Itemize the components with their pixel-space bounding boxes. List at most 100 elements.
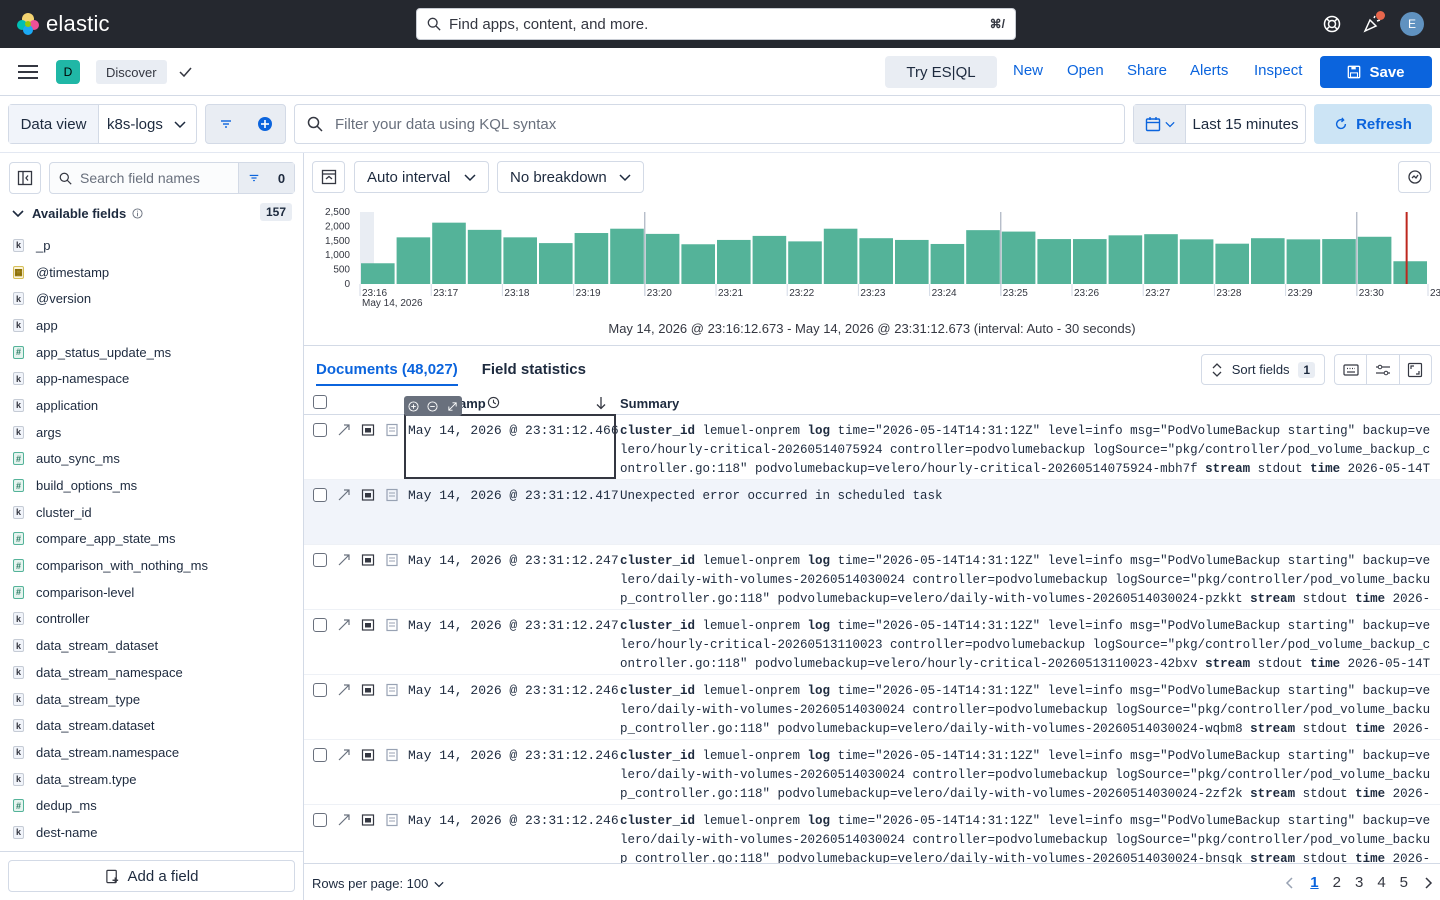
- expand-document-icon[interactable]: [337, 488, 351, 502]
- field-item[interactable]: k data_stream_type: [0, 686, 304, 713]
- row-checkbox[interactable]: [313, 423, 327, 437]
- select-all-checkbox[interactable]: [313, 395, 327, 409]
- field-item[interactable]: k data_stream.namespace: [0, 739, 304, 766]
- summary-cell[interactable]: Unexpected error occurred in scheduled t…: [620, 487, 1436, 543]
- table-row[interactable]: May 14, 2026 @ 23:31:12.466 cluster_id le…: [304, 414, 1440, 480]
- table-icon[interactable]: [361, 488, 375, 502]
- document-icon[interactable]: [385, 813, 399, 827]
- histogram-bar[interactable]: [1073, 239, 1107, 284]
- table-row[interactable]: May 14, 2026 @ 23:31:12.247 cluster_id le…: [304, 610, 1440, 675]
- previous-page-icon[interactable]: [1284, 876, 1296, 890]
- table-icon[interactable]: [361, 618, 375, 632]
- field-item[interactable]: k data_stream.dataset: [0, 712, 304, 739]
- histogram-bar[interactable]: [1322, 239, 1356, 284]
- inspect-link[interactable]: Inspect: [1254, 62, 1302, 79]
- try-esql-button[interactable]: Try ES|QL: [885, 56, 997, 88]
- row-checkbox[interactable]: [313, 683, 327, 697]
- histogram-bar[interactable]: [1001, 231, 1036, 284]
- sort-fields-button[interactable]: Sort fields 1: [1201, 354, 1325, 385]
- histogram-bar[interactable]: [788, 241, 822, 284]
- histogram-bar[interactable]: [432, 222, 466, 284]
- summary-cell[interactable]: cluster_id lemuel-onprem log time="2026-…: [620, 682, 1436, 738]
- row-checkbox[interactable]: [313, 813, 327, 827]
- field-item[interactable]: ▦ @timestamp: [0, 259, 304, 286]
- page-link[interactable]: 3: [1355, 874, 1363, 891]
- expand-document-icon[interactable]: [337, 683, 351, 697]
- table-row[interactable]: May 14, 2026 @ 23:31:12.246 cluster_id le…: [304, 805, 1440, 870]
- field-item[interactable]: k app: [0, 312, 304, 339]
- histogram-bar[interactable]: [1286, 239, 1321, 284]
- new-link[interactable]: New: [1013, 62, 1043, 79]
- summary-cell[interactable]: cluster_id lemuel-onprem log time="2026-…: [620, 617, 1436, 673]
- document-icon[interactable]: [385, 748, 399, 762]
- table-icon[interactable]: [361, 813, 375, 827]
- histogram-bar[interactable]: [930, 243, 965, 284]
- histogram-bar[interactable]: [895, 239, 929, 284]
- field-item[interactable]: k data_stream_dataset: [0, 632, 304, 659]
- rows-per-page-button[interactable]: Rows per page: 100: [312, 876, 444, 891]
- field-item[interactable]: k _p: [0, 232, 304, 259]
- help-icon[interactable]: [1322, 14, 1342, 34]
- histogram-bar[interactable]: [1357, 236, 1392, 284]
- histogram-bar[interactable]: [681, 244, 715, 284]
- page-link[interactable]: 1: [1310, 874, 1318, 891]
- table-row[interactable]: May 14, 2026 @ 23:31:12.247 cluster_id le…: [304, 545, 1440, 610]
- summary-cell[interactable]: cluster_id lemuel-onprem log time="2026-…: [620, 422, 1436, 478]
- histogram-bar[interactable]: [1108, 235, 1143, 284]
- breadcrumb[interactable]: Discover: [96, 60, 167, 84]
- field-item[interactable]: k application: [0, 392, 304, 419]
- field-item[interactable]: k cluster_id: [0, 499, 304, 526]
- add-field-button[interactable]: Add a field: [8, 860, 295, 892]
- histogram-bar[interactable]: [1179, 239, 1214, 284]
- expand-document-icon[interactable]: [337, 813, 351, 827]
- menu-icon[interactable]: [18, 64, 38, 80]
- field-item[interactable]: k app-namespace: [0, 365, 304, 392]
- document-icon[interactable]: [385, 553, 399, 567]
- expand-document-icon[interactable]: [337, 618, 351, 632]
- field-item[interactable]: # compare_app_state_ms: [0, 526, 304, 553]
- field-item[interactable]: # comparison_with_nothing_ms: [0, 552, 304, 579]
- document-icon[interactable]: [385, 618, 399, 632]
- page-link[interactable]: 2: [1333, 874, 1341, 891]
- summary-cell[interactable]: cluster_id lemuel-onprem log time="2026-…: [620, 747, 1436, 803]
- timestamp-cell[interactable]: May 14, 2026 @ 23:31:12.247: [408, 618, 619, 633]
- document-icon[interactable]: [385, 488, 399, 502]
- interval-dropdown[interactable]: Auto interval: [354, 161, 489, 193]
- tab-documents[interactable]: Documents (48,027): [316, 361, 458, 386]
- timestamp-cell[interactable]: May 14, 2026 @ 23:31:12.246: [408, 748, 619, 763]
- field-item[interactable]: # dedup_ms: [0, 792, 304, 819]
- histogram-bar[interactable]: [539, 243, 573, 284]
- quick-menu-button[interactable]: [1134, 105, 1186, 143]
- field-type-filter-button[interactable]: 0: [238, 163, 294, 193]
- share-link[interactable]: Share: [1127, 62, 1167, 79]
- expand-document-icon[interactable]: [337, 423, 351, 437]
- row-checkbox[interactable]: [313, 553, 327, 567]
- field-item[interactable]: # auto_sync_ms: [0, 446, 304, 473]
- elastic-logo[interactable]: elastic: [16, 11, 110, 37]
- space-avatar[interactable]: D: [56, 60, 80, 84]
- sort-descending-icon[interactable]: [595, 396, 607, 410]
- histogram-bar[interactable]: [574, 233, 609, 284]
- open-link[interactable]: Open: [1067, 62, 1104, 79]
- field-item[interactable]: k data_stream_namespace: [0, 659, 304, 686]
- table-icon[interactable]: [361, 423, 375, 437]
- add-filter-button[interactable]: [246, 105, 286, 143]
- keyboard-shortcuts-button[interactable]: [1335, 355, 1368, 384]
- timestamp-cell[interactable]: May 14, 2026 @ 23:31:12.417: [408, 488, 619, 503]
- table-row[interactable]: May 14, 2026 @ 23:31:12.246 cluster_id le…: [304, 740, 1440, 805]
- histogram-bar[interactable]: [1251, 238, 1285, 284]
- table-row[interactable]: May 14, 2026 @ 23:31:12.246 cluster_id le…: [304, 675, 1440, 740]
- filter-menu-button[interactable]: [206, 105, 246, 143]
- table-icon[interactable]: [361, 553, 375, 567]
- row-checkbox[interactable]: [313, 748, 327, 762]
- histogram-bar[interactable]: [752, 235, 787, 284]
- data-view-picker[interactable]: Data view k8s-logs: [8, 104, 197, 144]
- histogram-bar[interactable]: [1037, 239, 1071, 284]
- document-icon[interactable]: [385, 683, 399, 697]
- table-icon[interactable]: [361, 683, 375, 697]
- filter-out-icon[interactable]: [427, 400, 439, 412]
- field-item[interactable]: k controller: [0, 606, 304, 633]
- field-item[interactable]: # build_options_ms: [0, 472, 304, 499]
- breakdown-dropdown[interactable]: No breakdown: [497, 161, 644, 193]
- field-item[interactable]: k data_stream.type: [0, 766, 304, 793]
